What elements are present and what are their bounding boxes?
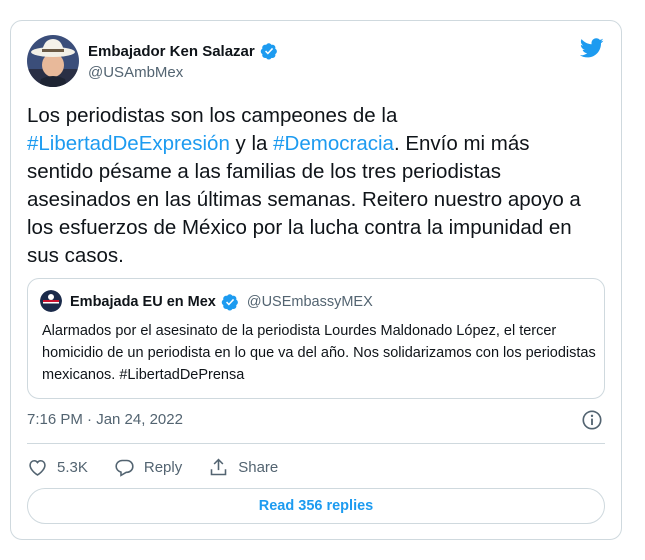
quoted-tweet[interactable]: Embajada EU en Mex @USEmbassyMEX Alarmad… [27,278,605,399]
twitter-logo-icon[interactable] [578,36,606,60]
share-button[interactable]: Share [208,457,278,478]
share-label: Share [238,458,279,476]
quoted-author-handle: @USEmbassyMEX [246,294,373,310]
author-handle[interactable]: @USAmbMex [88,64,183,81]
reply-icon [115,459,134,477]
quoted-author-avatar [40,290,62,312]
read-replies-button[interactable]: Read 356 replies [27,488,605,524]
author-name[interactable]: Embajador Ken Salazar [88,43,255,60]
reply-button[interactable]: Reply [114,457,182,478]
quoted-author-name: Embajada EU en Mex [70,294,216,310]
verified-badge-icon [260,43,277,60]
like-button[interactable]: 5.3K [27,457,88,478]
heart-icon [29,459,46,476]
quoted-tweet-text: Alarmados por el asesinato de la periodi… [42,323,596,383]
tweet-text-start: Los periodistas son los campeones de la [27,104,398,127]
author-name-row[interactable]: Embajador Ken Salazar [88,42,278,60]
tweet-body: Los periodistas son los campeones de la … [27,102,587,270]
info-icon[interactable] [581,409,603,431]
hashtag-libertad-expresion[interactable]: #LibertadDeExpresión [27,132,230,155]
quoted-author-row: Embajada EU en Mex @USEmbassyMEX [70,293,373,311]
divider [27,443,605,444]
reply-label: Reply [143,458,183,476]
like-count: 5.3K [57,458,88,476]
hashtag-democracia[interactable]: #Democracia [273,132,394,155]
share-icon [210,458,227,475]
verified-badge-icon [221,294,238,311]
tweet-text-mid: y la [229,132,274,155]
tweet-timestamp[interactable]: 7:16 PM · Jan 24, 2022 [27,411,183,428]
author-avatar[interactable] [27,35,79,87]
tweet-actions: 5.3K Reply Share [27,455,278,479]
